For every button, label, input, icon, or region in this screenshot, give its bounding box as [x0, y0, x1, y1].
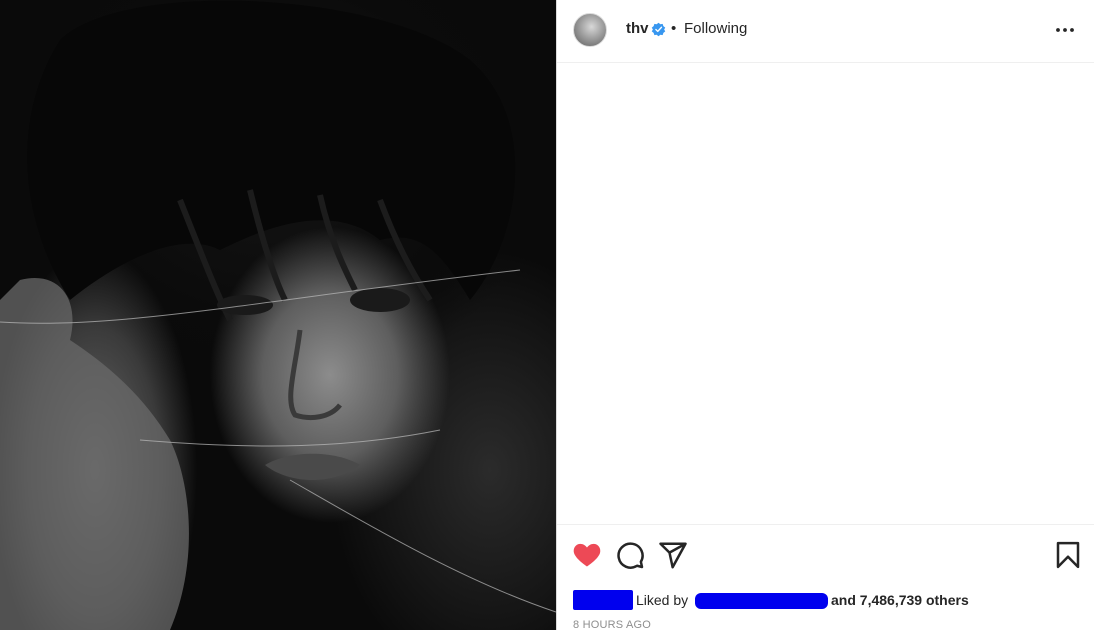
heart-filled-icon[interactable] [572, 540, 602, 570]
actions-bar: Liked by and 7,486,739 others 8 HOURS AG… [557, 524, 1094, 631]
verified-badge-icon [651, 22, 666, 37]
username-link[interactable]: thv [626, 20, 649, 37]
likes-summary: Liked by and 7,486,739 others [573, 590, 1073, 610]
post-header: thv • Following [557, 0, 1094, 63]
redaction-mark [573, 590, 633, 610]
likes-count-link[interactable]: and 7,486,739 others [831, 592, 969, 608]
redaction-mark [695, 593, 828, 609]
comment-icon[interactable] [615, 540, 645, 570]
more-options-icon[interactable] [1053, 22, 1077, 38]
profile-avatar[interactable] [573, 13, 607, 47]
post-photo[interactable] [0, 0, 556, 630]
photo-detail [0, 0, 556, 630]
paper-plane-icon[interactable] [658, 540, 688, 570]
following-button[interactable]: Following [684, 20, 747, 37]
dot-separator: • [671, 20, 677, 37]
bookmark-icon[interactable] [1053, 540, 1083, 570]
post-timestamp[interactable]: 8 HOURS AGO [573, 619, 651, 631]
liked-by-label: Liked by [636, 592, 689, 608]
